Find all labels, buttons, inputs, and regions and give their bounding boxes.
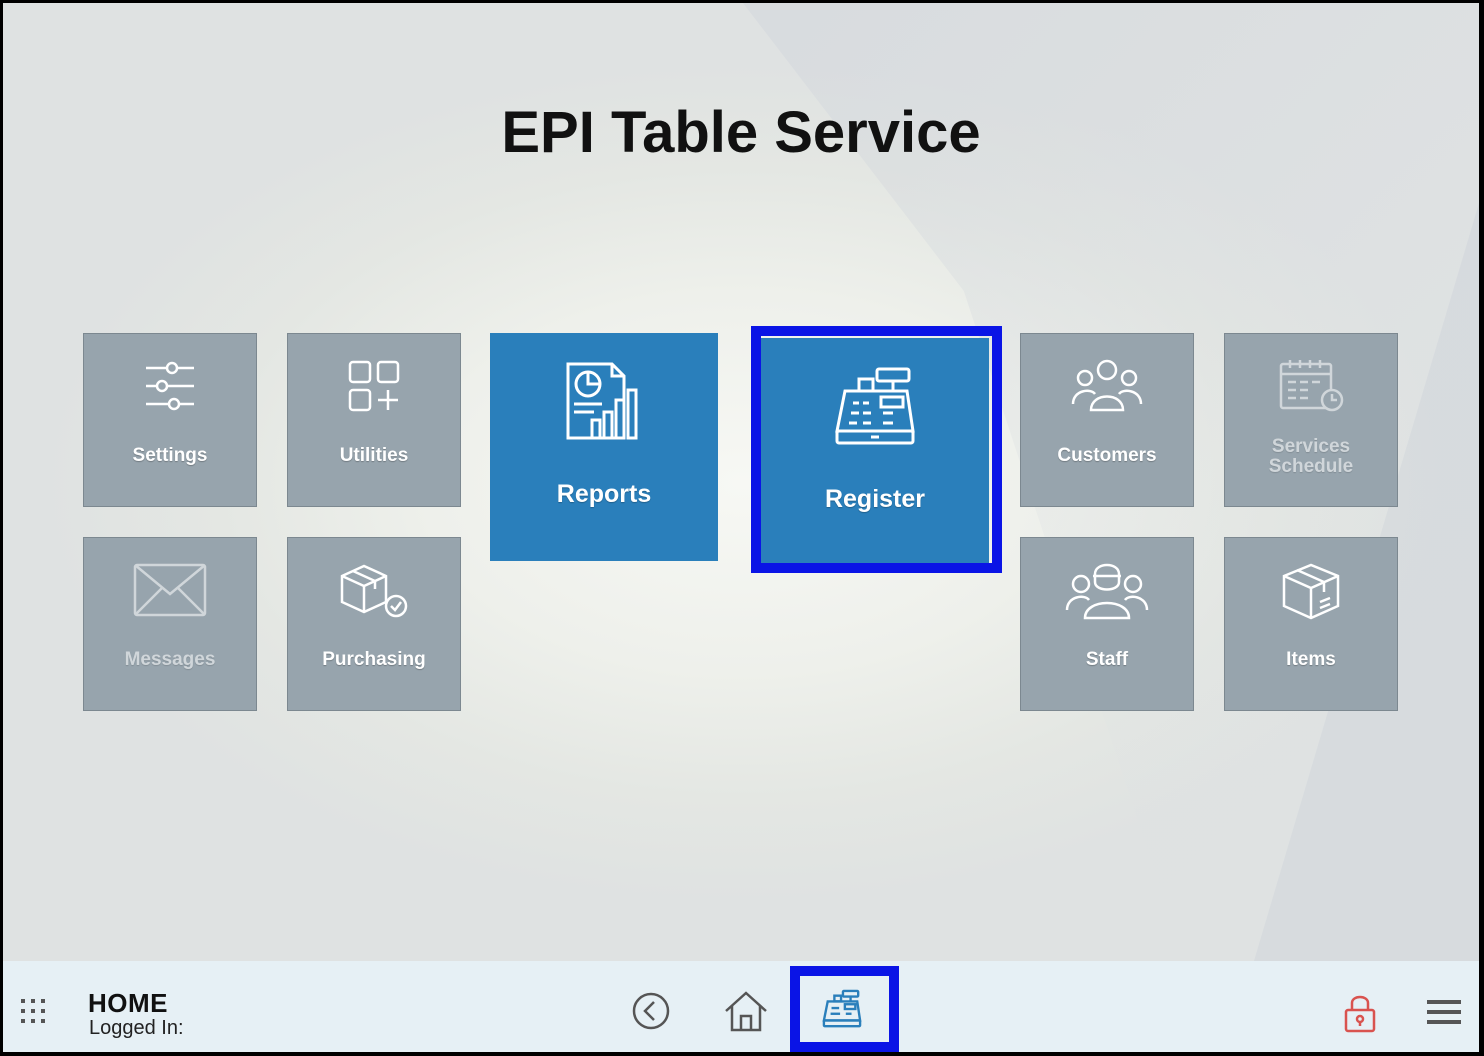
envelope-icon (84, 562, 256, 628)
hamburger-menu-icon[interactable] (1425, 997, 1463, 1032)
logged-in-status: Logged In: (89, 1017, 184, 1039)
page-title: EPI Table Service (501, 100, 981, 165)
messages-tile[interactable]: Messages (83, 537, 257, 711)
box-check-icon (288, 562, 460, 628)
customers-group-icon (1021, 358, 1193, 424)
register-tile[interactable]: Register (761, 338, 989, 566)
staff-tile[interactable]: Staff (1020, 537, 1194, 711)
package-icon (1225, 562, 1397, 628)
utilities-label: Utilities (339, 445, 409, 466)
utilities-grid-icon (288, 358, 460, 424)
home-screen: EPI Table Service Settings Utilities Rep… (3, 3, 1479, 1052)
lock-icon[interactable] (1343, 993, 1377, 1038)
services-schedule-label: Services Schedule (1268, 436, 1354, 477)
cash-register-icon[interactable] (821, 989, 863, 1034)
sliders-icon (84, 358, 256, 424)
reports-label: Reports (556, 480, 652, 508)
register-label: Register (824, 485, 926, 513)
staff-label: Staff (1085, 649, 1129, 670)
home-icon[interactable] (723, 989, 769, 1038)
settings-label: Settings (132, 445, 208, 466)
services-schedule-tile[interactable]: Services Schedule (1224, 333, 1398, 507)
customers-label: Customers (1057, 445, 1157, 466)
apps-grid-icon[interactable] (19, 997, 47, 1030)
settings-tile[interactable]: Settings (83, 333, 257, 507)
reports-tile[interactable]: Reports (490, 333, 718, 561)
bottom-bar: HOME Logged In: (3, 961, 1479, 1052)
staff-group-icon (1021, 562, 1193, 628)
purchasing-tile[interactable]: Purchasing (287, 537, 461, 711)
items-tile[interactable]: Items (1224, 537, 1398, 711)
report-chart-icon (491, 360, 717, 444)
utilities-tile[interactable]: Utilities (287, 333, 461, 507)
items-label: Items (1286, 649, 1336, 670)
back-circle-icon[interactable] (631, 991, 671, 1036)
purchasing-label: Purchasing (322, 649, 426, 670)
screen-name: HOME (88, 988, 168, 1018)
calendar-clock-icon (1225, 358, 1397, 424)
cash-register-icon (762, 365, 988, 449)
customers-tile[interactable]: Customers (1020, 333, 1194, 507)
messages-label: Messages (124, 649, 216, 670)
